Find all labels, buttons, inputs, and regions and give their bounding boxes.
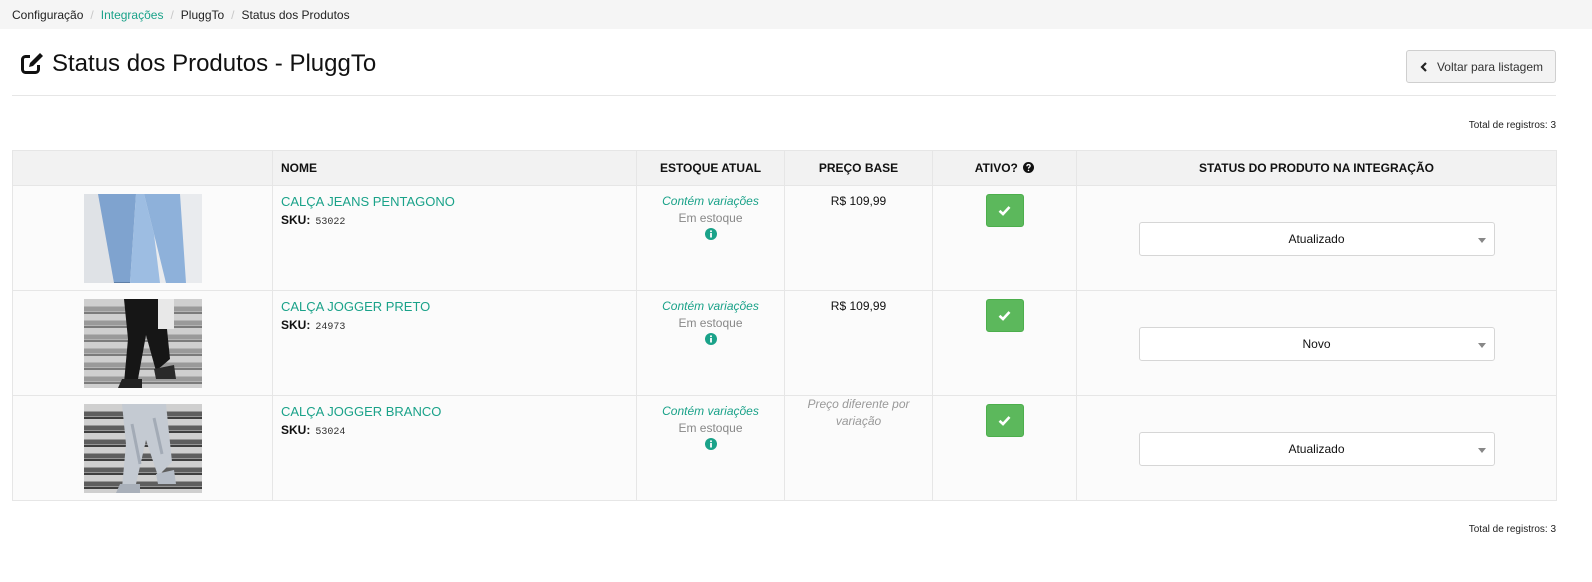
- product-sku: SKU: 53022: [273, 213, 636, 228]
- breadcrumb-item-pluggto[interactable]: PluggTo: [181, 8, 224, 22]
- product-name-link[interactable]: CALÇA JOGGER BRANCO: [273, 404, 636, 419]
- active-cell: [932, 395, 1077, 501]
- column-header-active-label: ATIVO?: [974, 161, 1018, 175]
- column-header-stock: ESTOQUE ATUAL: [636, 150, 785, 186]
- product-sku: SKU: 24973: [273, 318, 636, 333]
- product-info-cell: CALÇA JEANS PENTAGONO SKU: 53022: [272, 185, 637, 291]
- integration-status-value: Atualizado: [1288, 442, 1345, 456]
- table-row: CALÇA JEANS PENTAGONO SKU: 53022 Contém …: [12, 185, 1557, 291]
- products-table: NOME ESTOQUE ATUAL PREÇO BASE ATIVO? STA…: [12, 150, 1557, 501]
- base-price: R$ 109,99: [784, 185, 933, 291]
- sku-label: SKU:: [281, 423, 311, 437]
- stock-status: Em estoque: [678, 211, 743, 225]
- info-icon[interactable]: [704, 228, 717, 240]
- breadcrumb: Configuração / Integrações / PluggTo / S…: [0, 0, 1592, 29]
- integration-status-select[interactable]: Atualizado: [1138, 222, 1495, 256]
- sku-label: SKU:: [281, 213, 311, 227]
- active-toggle-button[interactable]: [985, 194, 1024, 227]
- stock-cell: Contém variações Em estoque: [636, 185, 785, 291]
- active-toggle-button[interactable]: [985, 299, 1024, 332]
- product-image-cell: [12, 185, 273, 291]
- check-icon: [998, 416, 1011, 426]
- page-title: Status dos Produtos - PluggTo: [20, 50, 376, 78]
- active-cell: [932, 185, 1077, 291]
- chevron-left-icon: [1420, 61, 1427, 72]
- base-price: Preço diferente por variação: [784, 395, 933, 501]
- breadcrumb-item-configuracao[interactable]: Configuração: [12, 8, 83, 22]
- stock-cell: Contém variações Em estoque: [636, 290, 785, 396]
- product-sku: SKU: 53024: [273, 423, 636, 438]
- sku-label: SKU:: [281, 318, 311, 332]
- stock-variations-link[interactable]: Contém variações: [637, 194, 784, 208]
- integration-status-cell: Atualizado: [1076, 185, 1557, 291]
- column-header-name: NOME: [272, 150, 637, 186]
- stock-cell: Contém variações Em estoque: [636, 395, 785, 501]
- help-icon[interactable]: [1023, 162, 1035, 173]
- back-to-list-button[interactable]: Voltar para listagem: [1406, 50, 1556, 83]
- breadcrumb-item-current: Status dos Produtos: [241, 7, 350, 22]
- stock-variations-link[interactable]: Contém variações: [637, 299, 784, 313]
- integration-status-cell: Atualizado: [1076, 395, 1557, 501]
- product-image[interactable]: [83, 404, 202, 493]
- stock-status: Em estoque: [678, 421, 743, 435]
- sku-value: 24973: [315, 322, 346, 333]
- edit-icon: [21, 53, 44, 74]
- base-price: R$ 109,99: [784, 290, 933, 396]
- breadcrumb-separator: /: [90, 7, 94, 22]
- back-to-list-label: Voltar para listagem: [1436, 59, 1544, 74]
- breadcrumb-separator: /: [231, 7, 235, 22]
- total-records-top: Total de registros: 3: [1468, 120, 1556, 131]
- total-records-bottom: Total de registros: 3: [1468, 524, 1556, 535]
- column-header-image: [12, 150, 273, 186]
- product-photo-jogger-black: [83, 299, 202, 388]
- integration-status-value: Atualizado: [1288, 232, 1345, 246]
- integration-status-value: Novo: [1302, 337, 1331, 351]
- page-header: Status dos Produtos - PluggTo Voltar par…: [12, 48, 1556, 96]
- sku-value: 53022: [315, 217, 346, 228]
- column-header-price: PREÇO BASE: [784, 150, 933, 186]
- product-photo-jeans: [83, 194, 202, 283]
- caret-down-icon: [1477, 238, 1486, 243]
- integration-status-select[interactable]: Atualizado: [1138, 432, 1495, 466]
- page-title-text: Status dos Produtos - PluggTo: [52, 50, 377, 77]
- product-info-cell: CALÇA JOGGER BRANCO SKU: 53024: [272, 395, 637, 501]
- info-icon[interactable]: [704, 438, 717, 450]
- product-image[interactable]: [83, 299, 202, 388]
- integration-status-cell: Novo: [1076, 290, 1557, 396]
- check-icon: [998, 206, 1011, 216]
- sku-value: 53024: [315, 427, 346, 438]
- column-header-active: ATIVO?: [932, 150, 1077, 186]
- product-name-link[interactable]: CALÇA JEANS PENTAGONO: [273, 194, 636, 209]
- caret-down-icon: [1477, 448, 1486, 453]
- table-row: CALÇA JOGGER PRETO SKU: 24973 Contém var…: [12, 290, 1557, 396]
- table-row: CALÇA JOGGER BRANCO SKU: 53024 Contém va…: [12, 395, 1557, 501]
- column-header-integration-status: STATUS DO PRODUTO NA INTEGRAÇÃO: [1076, 150, 1557, 186]
- caret-down-icon: [1477, 343, 1486, 348]
- stock-variations-link[interactable]: Contém variações: [637, 404, 784, 418]
- product-info-cell: CALÇA JOGGER PRETO SKU: 24973: [272, 290, 637, 396]
- table-header-row: NOME ESTOQUE ATUAL PREÇO BASE ATIVO? STA…: [12, 150, 1557, 186]
- check-icon: [998, 311, 1011, 321]
- active-cell: [932, 290, 1077, 396]
- breadcrumb-item-integracoes[interactable]: Integrações: [101, 8, 164, 22]
- product-image-cell: [12, 395, 273, 501]
- product-image-cell: [12, 290, 273, 396]
- breadcrumb-separator: /: [170, 7, 174, 22]
- product-image[interactable]: [83, 194, 202, 283]
- active-toggle-button[interactable]: [985, 404, 1024, 437]
- integration-status-select[interactable]: Novo: [1138, 327, 1495, 361]
- stock-status: Em estoque: [678, 316, 743, 330]
- info-icon[interactable]: [704, 333, 717, 345]
- product-photo-jogger-white: [83, 404, 202, 493]
- product-name-link[interactable]: CALÇA JOGGER PRETO: [273, 299, 636, 314]
